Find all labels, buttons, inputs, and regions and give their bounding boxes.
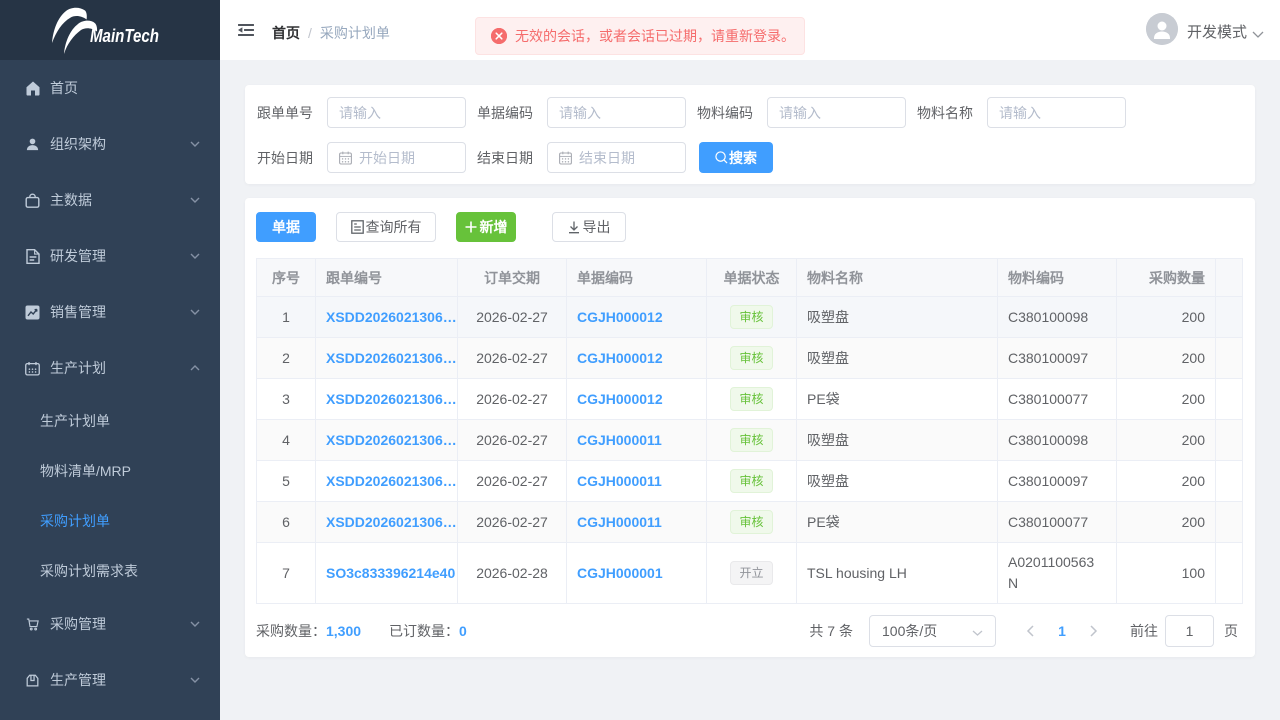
svg-text:MainTech: MainTech	[90, 26, 159, 46]
